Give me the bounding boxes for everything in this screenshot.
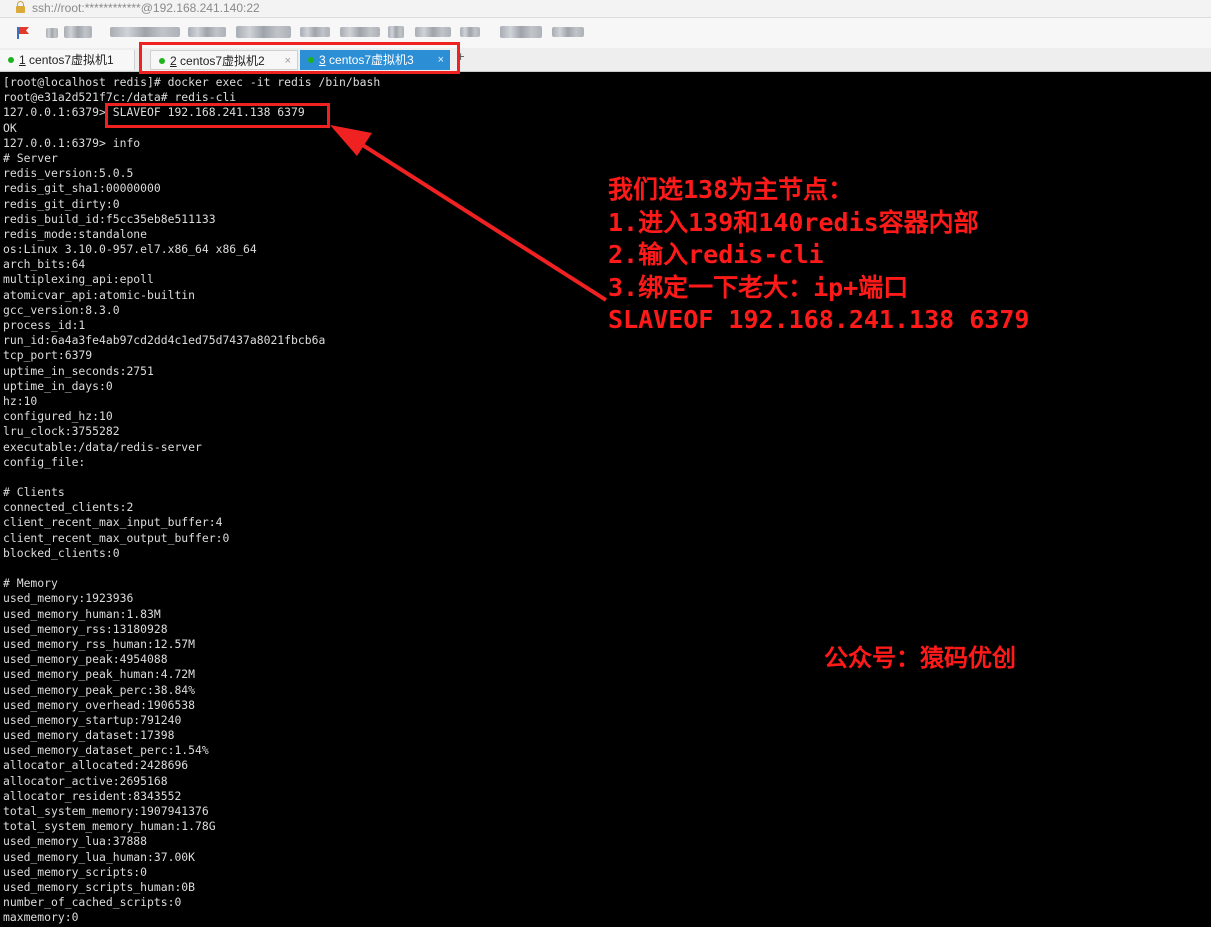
- terminal-line: used_memory_peak_human:4.72M: [3, 667, 196, 682]
- connected-status-dot-icon: [8, 57, 14, 64]
- annotation-line: 2.输入redis-cli: [608, 240, 824, 269]
- terminal-line: used_memory_lua_human:37.00K: [3, 849, 196, 864]
- redacted-toolbar-item[interactable]: [188, 27, 226, 37]
- watermark-text: 公众号：猿码优创: [824, 644, 1016, 672]
- tab-centos7-vm1[interactable]: 1 centos7虚拟机1: [0, 50, 135, 70]
- redacted-toolbar-item[interactable]: [340, 27, 380, 37]
- redacted-toolbar-item[interactable]: [415, 27, 451, 37]
- redacted-toolbar-item[interactable]: [388, 26, 404, 38]
- terminal-line: total_system_memory_human:1.78G: [3, 819, 216, 834]
- terminal-line: config_file:: [3, 454, 86, 469]
- terminal-line: used_memory_peak:4954088: [3, 652, 168, 667]
- terminal-line: lru_clock:3755282: [3, 424, 120, 439]
- terminal-line: [root@localhost redis]# docker exec -it …: [3, 75, 381, 89]
- session-address: ssh://root:************@192.168.241.140:…: [32, 1, 260, 15]
- terminal-line: 127.0.0.1:6379> info: [3, 135, 141, 150]
- terminal-line: used_memory:1923936: [3, 591, 134, 606]
- terminal-line: uptime_in_days:0: [3, 378, 113, 393]
- terminal-line: used_memory_scripts:0: [3, 864, 148, 879]
- terminal-line: executable:/data/redis-server: [3, 439, 202, 454]
- terminal-line: used_memory_scripts_human:0B: [3, 879, 196, 894]
- slaveof-command-highlight-box: [105, 103, 330, 128]
- terminal-line: allocator_resident:8343552: [3, 788, 182, 803]
- terminal-line: uptime_in_seconds:2751: [3, 363, 154, 378]
- terminal-line: total_system_memory:1907941376: [3, 804, 209, 818]
- terminal-line: # Clients: [3, 485, 65, 500]
- terminal-line: tcp_port:6379: [3, 348, 93, 363]
- terminal-line: # Memory: [3, 576, 58, 591]
- terminal-line: used_memory_lua:37888: [3, 834, 148, 849]
- tab-label: centos7虚拟机1: [25, 53, 114, 67]
- window-title-bar: ssh://root:************@192.168.241.140:…: [0, 0, 1211, 18]
- terminal-line: client_recent_max_output_buffer:0: [3, 530, 230, 545]
- terminal-line: # Server: [3, 150, 58, 165]
- redacted-toolbar-item[interactable]: [500, 26, 542, 38]
- redacted-toolbar-item[interactable]: [300, 27, 330, 37]
- terminal-line: maxmemory:0: [3, 910, 79, 925]
- terminal-line: allocator_allocated:2428696: [3, 758, 189, 773]
- terminal-line: used_memory_overhead:1906538: [3, 697, 196, 712]
- annotation-text: 我们选138为主节点： 1.进入139和140redis容器内部 2.输入redis…: [608, 174, 1029, 337]
- terminal-line: used_memory_startup:791240: [3, 712, 182, 727]
- terminal-line: client_recent_max_input_buffer:4: [3, 515, 223, 530]
- terminal-line: allocator_active:2695168: [3, 773, 168, 788]
- flag-icon[interactable]: [17, 27, 29, 39]
- tabs-highlight-box: [139, 42, 460, 74]
- terminal-line: blocked_clients:0: [3, 545, 120, 560]
- annotation-line: 3.绑定一下老大：ip+端口: [608, 272, 909, 302]
- redacted-toolbar-item[interactable]: [552, 27, 584, 37]
- redacted-toolbar-item[interactable]: [110, 27, 180, 37]
- redacted-toolbar-item[interactable]: [236, 26, 291, 38]
- terminal-line: used_memory_dataset_perc:1.54%: [3, 743, 209, 758]
- redacted-toolbar-item[interactable]: [64, 26, 92, 38]
- terminal-line: hz:10: [3, 393, 38, 408]
- redacted-toolbar-item[interactable]: [460, 27, 480, 37]
- annotation-line: 我们选138为主节点：: [608, 175, 854, 204]
- terminal-line: connected_clients:2: [3, 500, 134, 515]
- lock-icon: [16, 1, 25, 13]
- annotation-line: SLAVEOF 192.168.241.138 6379: [608, 305, 1030, 334]
- terminal-line: used_memory_rss_human:12.57M: [3, 636, 196, 651]
- terminal-line: configured_hz:10: [3, 409, 113, 424]
- terminal-line: used_memory_rss:13180928: [3, 621, 168, 636]
- redacted-toolbar-item[interactable]: [46, 28, 58, 38]
- tab-number: 1: [19, 53, 26, 67]
- terminal-line: number_of_cached_scripts:0: [3, 895, 182, 910]
- terminal-line: used_memory_dataset:17398: [3, 728, 175, 743]
- terminal-line: used_memory_peak_perc:38.84%: [3, 682, 196, 697]
- terminal-line: used_memory_human:1.83M: [3, 606, 161, 621]
- annotation-line: 1.进入139和140redis容器内部: [608, 207, 979, 237]
